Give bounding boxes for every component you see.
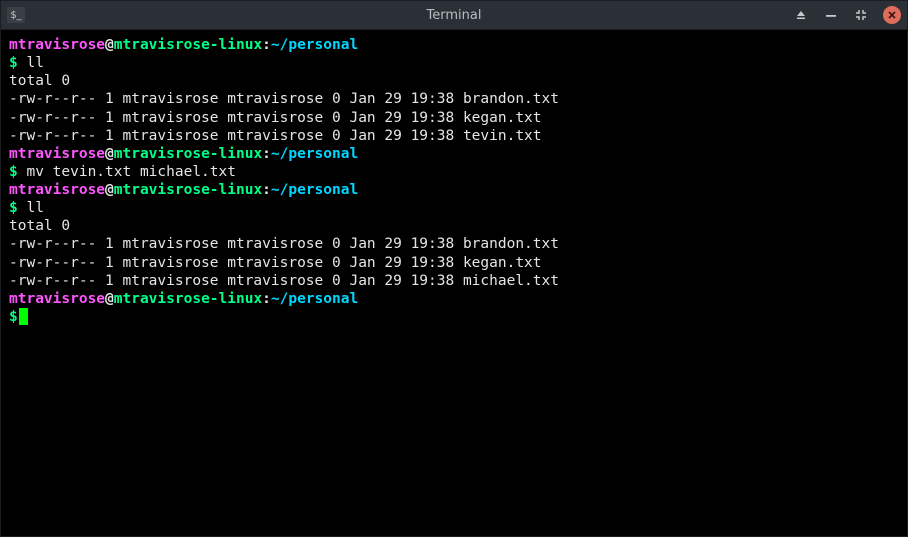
cursor bbox=[19, 308, 28, 325]
prompt-at: @ bbox=[105, 182, 114, 198]
prompt-host: mtravisrose-linux bbox=[114, 37, 262, 53]
prompt-symbol: $ bbox=[9, 309, 18, 325]
output-line: total 0 bbox=[9, 72, 899, 90]
prompt-user: mtravisrose bbox=[9, 146, 105, 162]
prompt-symbol: $ bbox=[9, 200, 18, 216]
prompt-symbol: $ bbox=[9, 164, 18, 180]
command-text: ll bbox=[18, 200, 44, 216]
prompt-symbol: $ bbox=[9, 55, 18, 71]
minimize-icon[interactable] bbox=[823, 7, 839, 23]
prompt-host: mtravisrose-linux bbox=[114, 182, 262, 198]
output-line: -rw-r--r-- 1 mtravisrose mtravisrose 0 J… bbox=[9, 109, 899, 127]
prompt-at: @ bbox=[105, 146, 114, 162]
output-line: -rw-r--r-- 1 mtravisrose mtravisrose 0 J… bbox=[9, 254, 899, 272]
prompt-line: mtravisrose@mtravisrose-linux:~/personal bbox=[9, 36, 899, 54]
prompt-user: mtravisrose bbox=[9, 291, 105, 307]
prompt-line: mtravisrose@mtravisrose-linux:~/personal bbox=[9, 181, 899, 199]
prompt-host: mtravisrose-linux bbox=[114, 291, 262, 307]
command-line[interactable]: $ bbox=[9, 308, 899, 326]
output-line: -rw-r--r-- 1 mtravisrose mtravisrose 0 J… bbox=[9, 90, 899, 108]
output-line: -rw-r--r-- 1 mtravisrose mtravisrose 0 J… bbox=[9, 127, 899, 145]
app-icon-text: $_ bbox=[10, 10, 21, 21]
command-line: $ ll bbox=[9, 199, 899, 217]
prompt-user: mtravisrose bbox=[9, 37, 105, 53]
prompt-path: ~/personal bbox=[271, 37, 358, 53]
prompt-path: ~/personal bbox=[271, 146, 358, 162]
prompt-colon: : bbox=[262, 37, 271, 53]
close-icon[interactable] bbox=[883, 6, 901, 24]
prompt-line: mtravisrose@mtravisrose-linux:~/personal bbox=[9, 145, 899, 163]
command-line: $ mv tevin.txt michael.txt bbox=[9, 163, 899, 181]
command-text: mv tevin.txt michael.txt bbox=[18, 164, 236, 180]
command-line: $ ll bbox=[9, 54, 899, 72]
titlebar[interactable]: $_ Terminal bbox=[1, 1, 907, 29]
prompt-path: ~/personal bbox=[271, 182, 358, 198]
prompt-path: ~/personal bbox=[271, 291, 358, 307]
output-line: -rw-r--r-- 1 mtravisrose mtravisrose 0 J… bbox=[9, 235, 899, 253]
prompt-colon: : bbox=[262, 146, 271, 162]
terminal-window: $_ Terminal mtravisrose@mtravisrose-linu… bbox=[0, 0, 908, 537]
window-controls bbox=[793, 6, 901, 24]
command-text: ll bbox=[18, 55, 44, 71]
eject-icon[interactable] bbox=[793, 7, 809, 23]
app-icon: $_ bbox=[7, 7, 25, 23]
window-title: Terminal bbox=[427, 8, 482, 23]
prompt-at: @ bbox=[105, 291, 114, 307]
output-line: total 0 bbox=[9, 217, 899, 235]
terminal-body[interactable]: mtravisrose@mtravisrose-linux:~/personal… bbox=[1, 29, 907, 536]
prompt-line: mtravisrose@mtravisrose-linux:~/personal bbox=[9, 290, 899, 308]
prompt-user: mtravisrose bbox=[9, 182, 105, 198]
prompt-at: @ bbox=[105, 37, 114, 53]
prompt-host: mtravisrose-linux bbox=[114, 146, 262, 162]
prompt-colon: : bbox=[262, 291, 271, 307]
maximize-icon[interactable] bbox=[853, 7, 869, 23]
output-line: -rw-r--r-- 1 mtravisrose mtravisrose 0 J… bbox=[9, 272, 899, 290]
prompt-colon: : bbox=[262, 182, 271, 198]
